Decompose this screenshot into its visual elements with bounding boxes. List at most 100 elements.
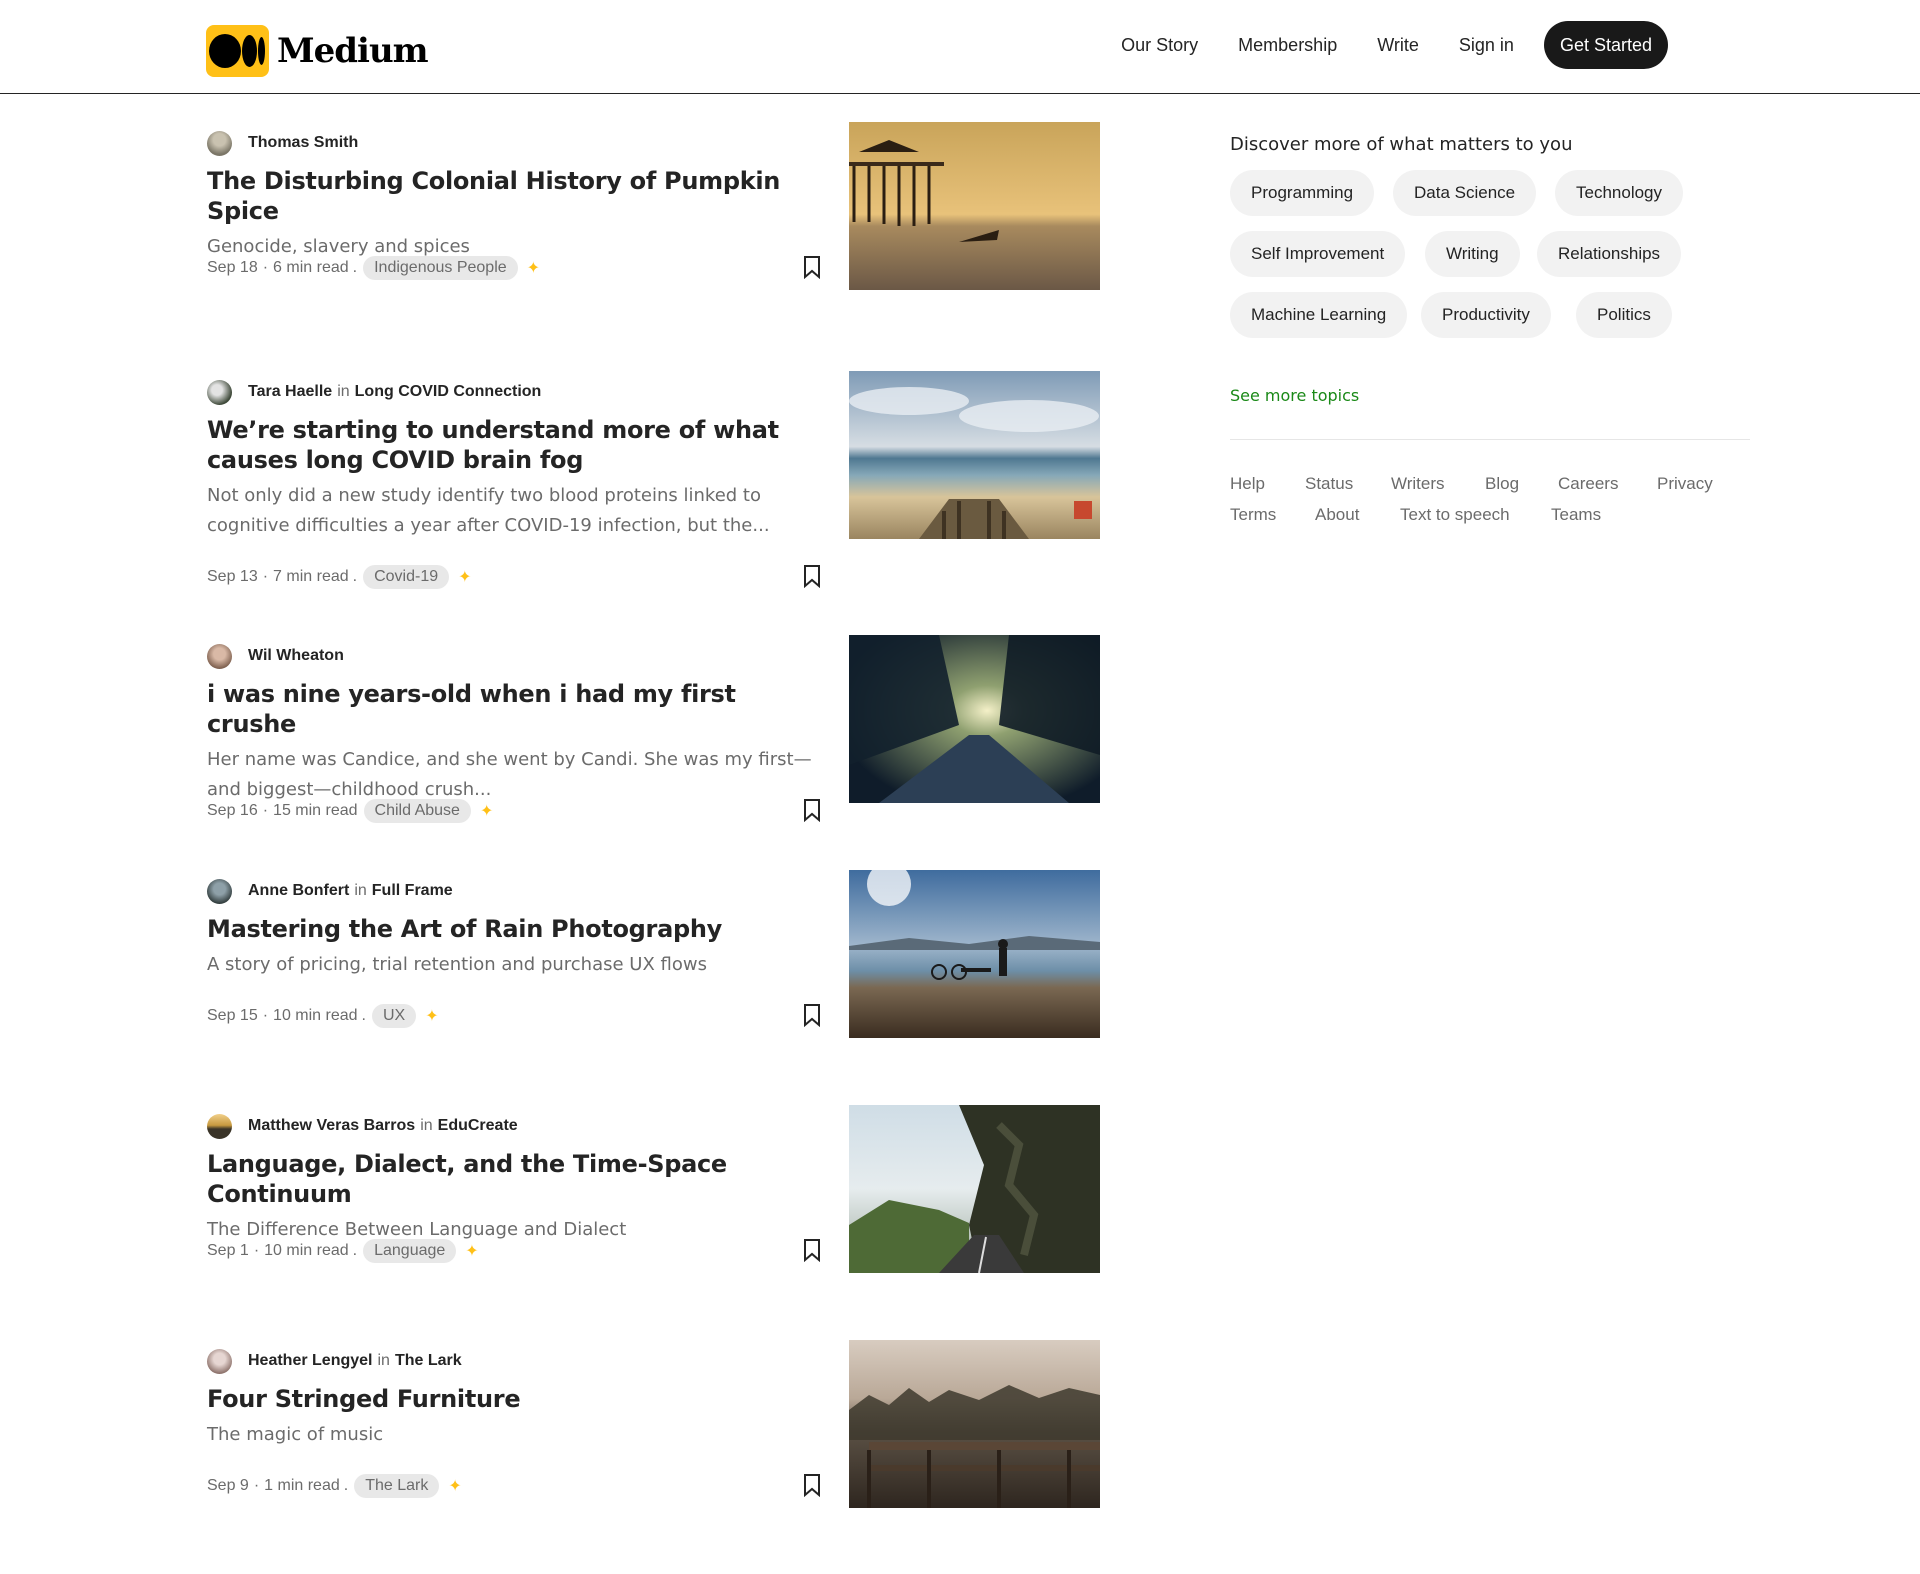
- meta-separator: ·: [253, 1242, 260, 1259]
- footer-link[interactable]: Text to speech: [1400, 505, 1510, 525]
- beach-boardwalk-image: [849, 371, 1100, 539]
- article-thumbnail[interactable]: [849, 870, 1100, 1038]
- footer-link[interactable]: Status: [1305, 474, 1353, 494]
- article-date: Sep 13: [207, 568, 258, 585]
- article-card[interactable]: Anne Bonfert in Full Frame Mastering the…: [207, 870, 1100, 1038]
- article-thumbnail[interactable]: [849, 635, 1100, 803]
- topic-pill[interactable]: Relationships: [1537, 231, 1682, 277]
- footer-link[interactable]: Help: [1230, 474, 1265, 494]
- footer-link[interactable]: Privacy: [1657, 474, 1713, 494]
- article-title[interactable]: Four Stringed Furniture: [207, 1384, 822, 1414]
- article-card[interactable]: Wil Wheaton i was nine years-old when i …: [207, 635, 1100, 823]
- topic-tag[interactable]: Covid-19: [363, 565, 450, 589]
- footer-link[interactable]: Writers: [1391, 474, 1445, 494]
- article-card[interactable]: Tara Haelle in Long COVID Connection We’…: [207, 371, 1100, 589]
- footer-link[interactable]: About: [1315, 505, 1359, 525]
- author-name[interactable]: Heather Lengyel: [248, 1352, 372, 1370]
- meta-separator: ·: [262, 802, 269, 819]
- publication-name[interactable]: The Lark: [395, 1352, 462, 1370]
- author-name[interactable]: Tara Haelle: [248, 383, 332, 401]
- topic-tag[interactable]: Child Abuse: [363, 799, 471, 823]
- article-card[interactable]: Heather Lengyel in The Lark Four Stringe…: [207, 1340, 1100, 1508]
- bookmark-icon[interactable]: [802, 1003, 822, 1027]
- footer-link[interactable]: Careers: [1558, 474, 1618, 494]
- article-subtitle[interactable]: Not only did a new study identify two bl…: [207, 481, 822, 541]
- article-body: Matthew Veras Barros in EduCreate Langua…: [207, 1105, 822, 1245]
- topic-pill[interactable]: Productivity: [1421, 292, 1551, 338]
- article-meta: Sep 13 · 7 min read . Covid-19 ✦: [207, 565, 472, 589]
- nav-write[interactable]: Write: [1377, 22, 1419, 68]
- footer-link[interactable]: Blog: [1485, 474, 1519, 494]
- topic-pill[interactable]: Self Improvement: [1230, 231, 1406, 277]
- member-only-star-icon: ✦: [425, 1008, 439, 1025]
- nav-sign-in[interactable]: Sign in: [1459, 22, 1514, 68]
- author-avatar[interactable]: [207, 878, 232, 904]
- topic-tag[interactable]: Language: [363, 1239, 457, 1263]
- article-thumbnail[interactable]: [849, 1105, 1100, 1273]
- publication-name[interactable]: Full Frame: [372, 882, 453, 900]
- nav-our-story[interactable]: Our Story: [1121, 22, 1198, 68]
- footer-link[interactable]: Teams: [1551, 505, 1601, 525]
- publication-name[interactable]: EduCreate: [438, 1117, 518, 1135]
- tag-separator: .: [343, 1477, 349, 1494]
- footer-link[interactable]: Terms: [1230, 505, 1276, 525]
- article-subtitle[interactable]: The magic of music: [207, 1420, 822, 1450]
- author-row: Heather Lengyel in The Lark: [207, 1348, 822, 1374]
- top-navbar: Medium Our Story Membership Write Sign i…: [0, 0, 1920, 94]
- see-more-topics-link[interactable]: See more topics: [1230, 386, 1359, 405]
- medium-logo[interactable]: Medium: [206, 25, 429, 77]
- medium-logo-mark-icon: [206, 25, 269, 77]
- article-meta: Sep 18 · 6 min read . Indigenous People …: [207, 256, 540, 280]
- member-only-star-icon: ✦: [526, 260, 541, 277]
- author-name[interactable]: Wil Wheaton: [248, 647, 344, 665]
- topic-pill[interactable]: Data Science: [1393, 170, 1537, 216]
- article-thumbnail[interactable]: [849, 122, 1100, 290]
- bookmark-icon[interactable]: [802, 1238, 822, 1262]
- article-meta: Sep 1 · 10 min read . Language ✦: [207, 1239, 479, 1263]
- topic-pill[interactable]: Writing: [1425, 231, 1520, 277]
- article-card[interactable]: Matthew Veras Barros in EduCreate Langua…: [207, 1105, 1100, 1273]
- topic-tag[interactable]: UX: [372, 1004, 417, 1028]
- article-title[interactable]: i was nine years-old when i had my first…: [207, 679, 822, 739]
- author-avatar[interactable]: [207, 1348, 232, 1374]
- article-thumbnail[interactable]: [849, 371, 1100, 539]
- author-avatar[interactable]: [207, 130, 232, 156]
- author-row: Tara Haelle in Long COVID Connection: [207, 379, 822, 405]
- nav-membership[interactable]: Membership: [1238, 22, 1337, 68]
- topic-tag[interactable]: The Lark: [354, 1474, 440, 1498]
- bookmark-icon[interactable]: [802, 255, 822, 279]
- author-name[interactable]: Thomas Smith: [248, 134, 358, 152]
- article-subtitle[interactable]: Her name was Candice, and she went by Ca…: [207, 745, 822, 805]
- logo-wordmark: Medium: [277, 31, 429, 71]
- article-title[interactable]: Mastering the Art of Rain Photography: [207, 914, 822, 944]
- bookmark-icon[interactable]: [802, 564, 822, 588]
- article-title[interactable]: The Disturbing Colonial History of Pumpk…: [207, 166, 822, 226]
- author-avatar[interactable]: [207, 379, 232, 405]
- in-word: in: [377, 1352, 390, 1369]
- article-card[interactable]: Thomas Smith The Disturbing Colonial His…: [207, 122, 1100, 290]
- author-avatar[interactable]: [207, 1113, 232, 1139]
- pier-at-sunset-image: [849, 122, 1100, 290]
- in-word: in: [337, 383, 350, 400]
- article-title[interactable]: Language, Dialect, and the Time-Space Co…: [207, 1149, 822, 1209]
- topic-pill[interactable]: Politics: [1576, 292, 1672, 338]
- read-time: 10 min read: [273, 1007, 358, 1024]
- topic-pill[interactable]: Programming: [1230, 170, 1375, 216]
- bookmark-icon[interactable]: [802, 798, 822, 822]
- publication-name[interactable]: Long COVID Connection: [355, 383, 542, 401]
- article-title[interactable]: We’re starting to understand more of wha…: [207, 415, 822, 475]
- article-body: Anne Bonfert in Full Frame Mastering the…: [207, 870, 822, 980]
- meta-separator: ·: [262, 568, 269, 585]
- bookmark-icon[interactable]: [802, 1473, 822, 1497]
- member-only-star-icon: ✦: [448, 1478, 462, 1495]
- topic-pill[interactable]: Machine Learning: [1230, 292, 1408, 338]
- author-name[interactable]: Anne Bonfert: [248, 882, 349, 900]
- topic-tag[interactable]: Indigenous People: [363, 256, 518, 280]
- article-subtitle[interactable]: A story of pricing, trial retention and …: [207, 950, 822, 980]
- member-only-star-icon: ✦: [465, 1243, 479, 1260]
- topic-pill[interactable]: Technology: [1555, 170, 1684, 216]
- get-started-button[interactable]: Get Started: [1543, 21, 1668, 69]
- author-avatar[interactable]: [207, 643, 232, 669]
- article-thumbnail[interactable]: [849, 1340, 1100, 1508]
- author-name[interactable]: Matthew Veras Barros: [248, 1117, 415, 1135]
